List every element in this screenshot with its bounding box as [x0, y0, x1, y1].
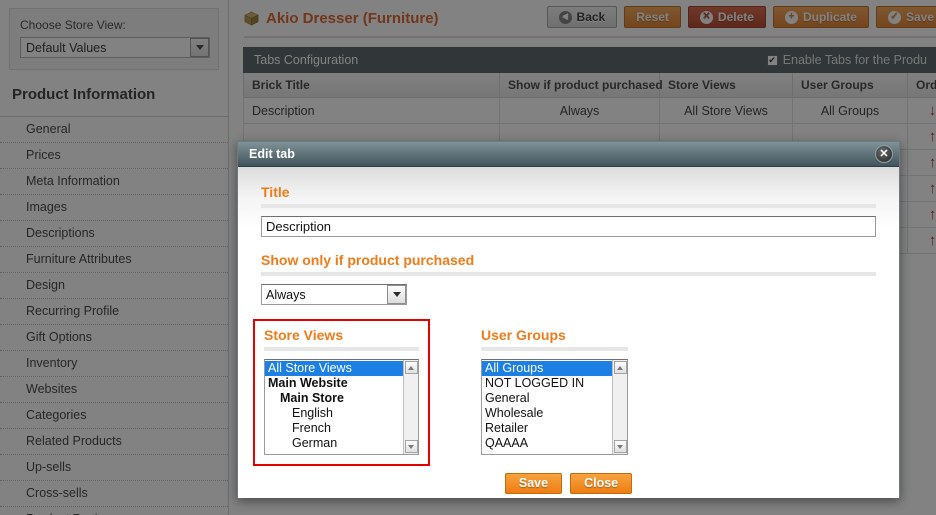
- scrollbar[interactable]: [403, 360, 418, 454]
- divider: [481, 347, 628, 351]
- purchased-field-label: Show only if product purchased: [261, 252, 475, 268]
- scrollbar[interactable]: [612, 360, 627, 454]
- store-views-listbox[interactable]: All Store Views Main Website Main Store …: [264, 359, 419, 455]
- list-item[interactable]: All Store Views: [265, 361, 403, 376]
- modal-body: Title Description Show only if product p…: [238, 167, 899, 498]
- list-item[interactable]: German: [265, 436, 403, 451]
- store-views-group: Store Views All Store Views Main Website…: [253, 319, 430, 466]
- modal-action-buttons: Save Close: [238, 473, 899, 494]
- store-views-options: All Store Views Main Website Main Store …: [265, 360, 403, 454]
- list-item[interactable]: French: [265, 421, 403, 436]
- scroll-up-icon[interactable]: [613, 361, 627, 374]
- user-groups-group: User Groups All Groups NOT LOGGED IN Gen…: [451, 319, 628, 466]
- close-icon[interactable]: ✕: [875, 145, 893, 163]
- store-views-label: Store Views: [264, 327, 344, 343]
- list-item[interactable]: Retailer: [482, 421, 612, 436]
- show-if-purchased-value: Always: [266, 287, 306, 302]
- list-item[interactable]: General: [482, 391, 612, 406]
- edit-tab-modal: Edit tab ✕ Title Description Show only i…: [237, 141, 900, 498]
- title-input[interactable]: Description: [261, 216, 876, 237]
- modal-title-bar: Edit tab ✕: [238, 142, 899, 167]
- list-item[interactable]: Main Store: [265, 391, 403, 406]
- list-item[interactable]: All Groups: [482, 361, 612, 376]
- modal-save-button[interactable]: Save: [504, 473, 563, 494]
- modal-title-text: Edit tab: [249, 147, 295, 161]
- show-if-purchased-select[interactable]: Always: [261, 284, 407, 305]
- list-item[interactable]: NOT LOGGED IN: [482, 376, 612, 391]
- chevron-down-icon[interactable]: [387, 285, 406, 304]
- list-item[interactable]: English: [265, 406, 403, 421]
- title-field-label: Title: [261, 184, 290, 200]
- user-groups-options: All Groups NOT LOGGED IN General Wholesa…: [482, 360, 612, 454]
- divider: [264, 347, 419, 351]
- selection-columns: Store Views All Store Views Main Website…: [253, 319, 876, 466]
- divider: [261, 204, 876, 208]
- list-item[interactable]: Main Website: [265, 376, 403, 391]
- scroll-down-icon[interactable]: [404, 440, 418, 453]
- user-groups-label: User Groups: [481, 327, 566, 343]
- list-item[interactable]: Wholesale: [482, 406, 612, 421]
- scroll-up-icon[interactable]: [404, 361, 418, 374]
- scroll-down-icon[interactable]: [613, 440, 627, 453]
- divider: [261, 272, 876, 276]
- list-item[interactable]: QAAAA: [482, 436, 612, 451]
- modal-close-button[interactable]: Close: [570, 473, 633, 494]
- user-groups-listbox[interactable]: All Groups NOT LOGGED IN General Wholesa…: [481, 359, 628, 455]
- screen: Choose Store View: Default Values Produc…: [0, 0, 936, 515]
